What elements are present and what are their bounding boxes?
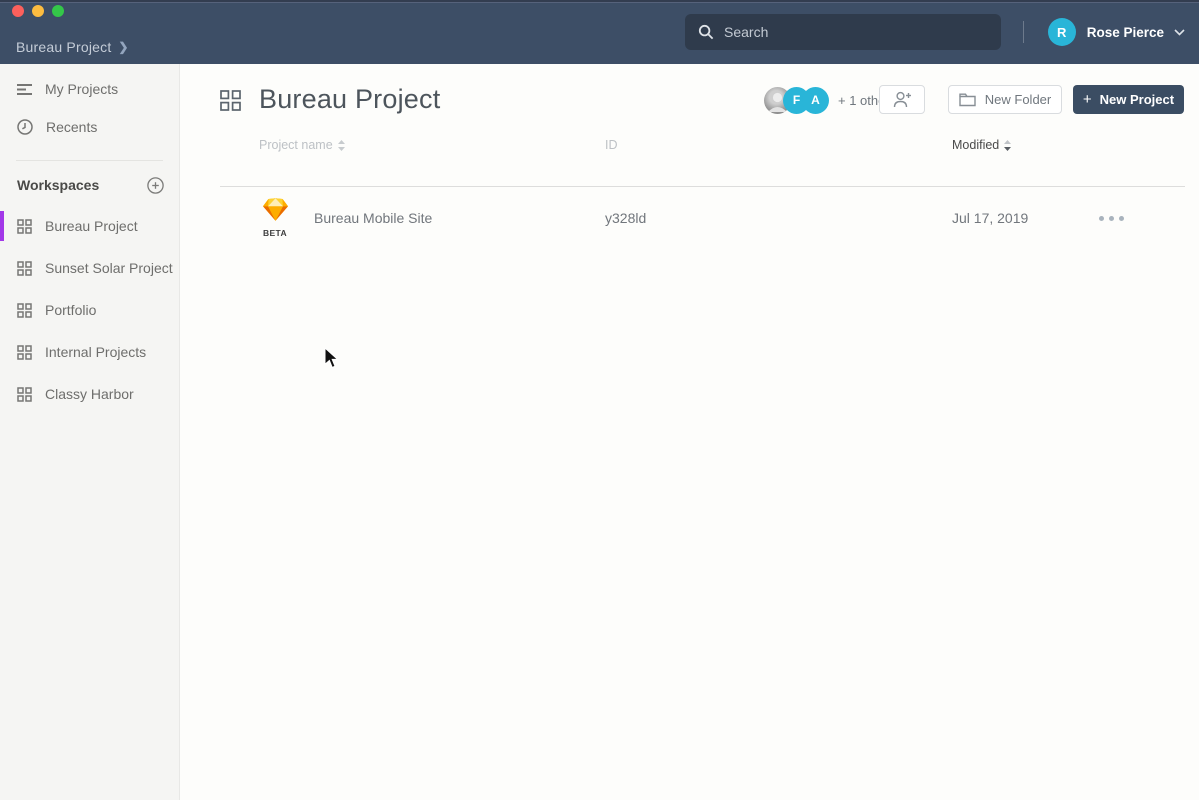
column-label: Modified xyxy=(952,138,1000,152)
project-id-cell: y328ld xyxy=(605,210,647,226)
sidebar: My Projects Recents Workspaces Bureau Pr… xyxy=(0,64,180,800)
sidebar-item-recents[interactable]: Recents xyxy=(0,106,179,148)
search-icon xyxy=(698,24,714,40)
sidebar-item-sunset-solar-project[interactable]: Sunset Solar Project xyxy=(0,247,179,289)
sort-icon xyxy=(1004,139,1012,151)
table-row[interactable]: BETA Bureau Mobile Site y328ld Jul 17, 2… xyxy=(180,187,1199,249)
window-close-button[interactable] xyxy=(12,5,24,17)
row-options-button[interactable] xyxy=(1096,213,1127,224)
user-name: Rose Pierce xyxy=(1086,24,1164,40)
breadcrumb-chevron-icon: ❯ xyxy=(118,40,129,54)
project-grid-icon xyxy=(220,90,241,116)
folder-icon xyxy=(959,93,976,107)
sidebar-item-label: Sunset Solar Project xyxy=(45,260,173,276)
workspace-grid-icon xyxy=(17,386,32,402)
page-title: Bureau Project xyxy=(259,84,441,114)
workspace-grid-icon xyxy=(17,260,32,276)
member-avatars[interactable]: F A + 1 other xyxy=(764,86,890,114)
topbar-divider xyxy=(1022,21,1024,43)
search-bar[interactable] xyxy=(685,14,1001,50)
plus-icon: + xyxy=(1082,91,1092,108)
user-menu[interactable]: R Rose Pierce xyxy=(1022,0,1185,64)
add-workspace-button[interactable] xyxy=(147,176,164,194)
new-project-label: New Project xyxy=(1099,92,1175,107)
beta-badge: BETA xyxy=(262,228,288,238)
breadcrumb[interactable]: Bureau Project ❯ xyxy=(16,39,129,55)
main-content: Bureau Project F A + 1 other New Folder xyxy=(180,64,1199,800)
new-folder-button[interactable]: New Folder xyxy=(948,85,1062,114)
workspaces-title: Workspaces xyxy=(17,177,100,193)
column-header-id[interactable]: ID xyxy=(605,138,618,152)
clock-icon xyxy=(17,119,33,135)
new-project-button[interactable]: + New Project xyxy=(1073,85,1184,114)
sidebar-item-label: Bureau Project xyxy=(45,218,138,234)
sketch-file-icon: BETA xyxy=(262,198,288,238)
breadcrumb-label: Bureau Project xyxy=(16,39,112,55)
sidebar-item-label: Internal Projects xyxy=(45,344,147,360)
workspace-grid-icon xyxy=(17,302,32,318)
chevron-down-icon xyxy=(1174,28,1185,36)
column-label: Project name xyxy=(259,138,333,152)
user-avatar: R xyxy=(1047,18,1076,46)
sidebar-item-classy-harbor[interactable]: Classy Harbor xyxy=(0,373,179,415)
sidebar-item-label: Portfolio xyxy=(45,302,97,318)
column-label: ID xyxy=(605,138,618,152)
sidebar-divider xyxy=(16,160,163,161)
new-folder-label: New Folder xyxy=(984,92,1052,107)
workspaces-header: Workspaces xyxy=(0,165,179,205)
workspace-grid-icon xyxy=(17,344,32,360)
sidebar-item-label: Recents xyxy=(46,119,98,135)
column-header-project-name[interactable]: Project name xyxy=(259,138,345,152)
window-minimize-button[interactable] xyxy=(32,5,44,17)
window-zoom-button[interactable] xyxy=(52,5,64,17)
member-avatar: A xyxy=(802,86,829,114)
sidebar-item-internal-projects[interactable]: Internal Projects xyxy=(0,331,179,373)
sidebar-item-bureau-project[interactable]: Bureau Project xyxy=(0,205,179,247)
search-input[interactable] xyxy=(724,24,1001,40)
project-name-cell[interactable]: Bureau Mobile Site xyxy=(314,187,432,249)
project-modified-cell: Jul 17, 2019 xyxy=(952,210,1029,226)
sidebar-item-label: Classy Harbor xyxy=(45,386,134,402)
add-member-button[interactable] xyxy=(879,85,925,114)
column-header-modified[interactable]: Modified xyxy=(952,138,1012,152)
sidebar-item-label: My Projects xyxy=(45,81,119,97)
list-icon xyxy=(17,83,32,96)
sidebar-item-my-projects[interactable]: My Projects xyxy=(0,64,179,106)
sort-icon xyxy=(337,139,345,151)
app-titlebar: Bureau Project ❯ R Rose Pierce xyxy=(0,0,1199,64)
sidebar-item-portfolio[interactable]: Portfolio xyxy=(0,289,179,331)
workspace-grid-icon xyxy=(17,218,32,234)
